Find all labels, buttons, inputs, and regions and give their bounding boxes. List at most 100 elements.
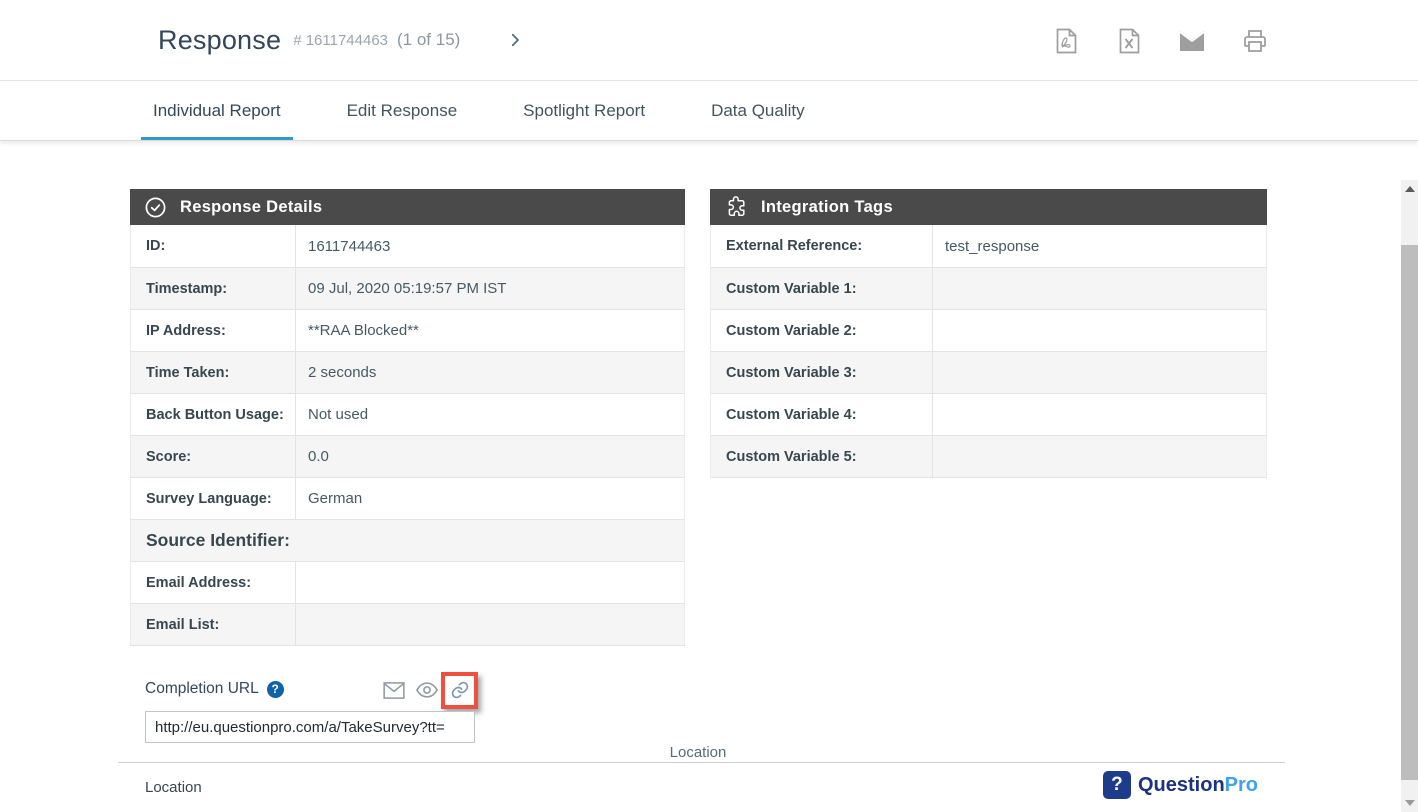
report-tab[interactable]: Edit Response <box>335 81 470 140</box>
row-label: Back Button Usage: <box>131 394 296 435</box>
location-section-title: Location <box>0 744 1396 761</box>
response-id: # 1611744463 <box>293 32 388 49</box>
export-excel-button[interactable] <box>1116 28 1142 54</box>
integration-tags-header: Integration Tags <box>710 189 1267 225</box>
questionpro-mark-icon: ? <box>1103 771 1131 799</box>
response-details-table: ID: 1611744463 Timestamp: 09 Jul, 2020 0… <box>130 225 685 646</box>
table-row: Survey Language: German <box>130 477 685 519</box>
puzzle-icon <box>724 195 748 219</box>
link-highlight-annotation <box>441 672 478 709</box>
table-row: Custom Variable 2: <box>710 309 1267 351</box>
table-row: Custom Variable 1: <box>710 267 1267 309</box>
table-row: Back Button Usage: Not used <box>130 393 685 435</box>
email-response-button[interactable] <box>1179 28 1205 54</box>
row-value: 09 Jul, 2020 05:19:57 PM IST <box>296 268 684 309</box>
row-label: Time Taken: <box>131 352 296 393</box>
response-details-header: Response Details <box>130 189 685 225</box>
excel-file-icon <box>1118 28 1141 54</box>
questionpro-logo[interactable]: ? QuestionPro <box>1103 771 1258 799</box>
row-value: **RAA Blocked** <box>296 310 684 351</box>
page-title: Response <box>158 25 281 56</box>
eye-icon <box>416 682 438 698</box>
table-row: External Reference: test_response <box>710 225 1267 267</box>
row-label: Source Identifier: <box>131 520 684 561</box>
row-label: Custom Variable 4: <box>711 394 933 435</box>
completion-url-input[interactable] <box>145 711 475 743</box>
row-label: Email Address: <box>131 562 296 603</box>
row-label: IP Address: <box>131 310 296 351</box>
table-row: Time Taken: 2 seconds <box>130 351 685 393</box>
completion-url-label: Completion URL ? <box>145 680 284 698</box>
next-response-button[interactable] <box>502 27 528 53</box>
envelope-outline-icon <box>383 682 405 699</box>
panel-title: Response Details <box>180 198 322 217</box>
row-value: 1611744463 <box>296 225 684 267</box>
row-value <box>933 268 1266 309</box>
triangle-down-icon <box>1405 800 1415 806</box>
row-label: Timestamp: <box>131 268 296 309</box>
row-value: 0.0 <box>296 436 684 477</box>
response-position: (1 of 15) <box>397 30 460 50</box>
table-row: Custom Variable 4: <box>710 393 1267 435</box>
table-row: Custom Variable 3: <box>710 351 1267 393</box>
table-row: Source Identifier: <box>130 519 685 561</box>
row-label: ID: <box>131 225 296 267</box>
table-row: Score: 0.0 <box>130 435 685 477</box>
vertical-scrollbar <box>1401 180 1418 812</box>
row-label: External Reference: <box>711 225 933 267</box>
row-value <box>296 562 684 603</box>
row-label: Custom Variable 3: <box>711 352 933 393</box>
row-value <box>296 604 684 645</box>
report-tab[interactable]: Data Quality <box>699 81 817 140</box>
row-label: Custom Variable 1: <box>711 268 933 309</box>
row-label: Custom Variable 2: <box>711 310 933 351</box>
row-value <box>933 394 1266 435</box>
chevron-right-icon <box>506 31 524 49</box>
row-value <box>933 436 1266 477</box>
export-pdf-button[interactable] <box>1053 28 1079 54</box>
row-value: 2 seconds <box>296 352 684 393</box>
preview-url-button[interactable] <box>415 678 439 702</box>
row-label: Custom Variable 5: <box>711 436 933 477</box>
row-value: test_response <box>933 225 1266 267</box>
table-row: Email Address: <box>130 561 685 603</box>
pdf-file-icon <box>1055 28 1078 54</box>
report-tab[interactable]: Spotlight Report <box>511 81 657 140</box>
brand-question: Question <box>1138 774 1225 796</box>
row-label: Score: <box>131 436 296 477</box>
envelope-icon <box>1179 31 1205 51</box>
row-label: Survey Language: <box>131 478 296 519</box>
footer-divider <box>118 762 1285 763</box>
triangle-up-icon <box>1405 186 1415 192</box>
brand-pro: Pro <box>1225 774 1258 796</box>
row-value: German <box>296 478 684 519</box>
header: Response # 1611744463 (1 of 15) <box>0 0 1418 81</box>
row-value <box>933 352 1266 393</box>
table-row: Timestamp: 09 Jul, 2020 05:19:57 PM IST <box>130 267 685 309</box>
location-label: Location <box>145 779 202 796</box>
row-value <box>933 310 1266 351</box>
report-tabs: Individual Report Edit Response Spotlight … <box>0 81 1418 141</box>
check-circle-icon <box>144 196 167 219</box>
integration-tags-table: External Reference: test_response Custom… <box>710 225 1267 478</box>
print-button[interactable] <box>1242 28 1268 54</box>
panel-title: Integration Tags <box>761 198 893 217</box>
table-row: ID: 1611744463 <box>130 225 685 267</box>
report-tab[interactable]: Individual Report <box>141 81 293 140</box>
send-url-email-button[interactable] <box>382 678 406 702</box>
help-icon[interactable]: ? <box>267 681 284 698</box>
brand-text: QuestionPro <box>1138 774 1258 797</box>
export-toolbar <box>1053 0 1268 81</box>
response-viewer-page: Response # 1611744463 (1 of 15) <box>0 0 1418 812</box>
table-row: Custom Variable 5: <box>710 435 1267 477</box>
row-label: Email List: <box>131 604 296 645</box>
row-value: Not used <box>296 394 684 435</box>
response-details-panel: Response Details ID: 1611744463 Timestam… <box>130 189 685 646</box>
scroll-down-button[interactable] <box>1401 794 1418 812</box>
scroll-up-button[interactable] <box>1401 180 1418 198</box>
integration-tags-panel: Integration Tags External Reference: tes… <box>710 189 1267 478</box>
table-row: IP Address: **RAA Blocked** <box>130 309 685 351</box>
scrollbar-thumb[interactable] <box>1401 245 1418 780</box>
printer-icon <box>1243 29 1267 53</box>
completion-url-text: Completion URL <box>145 680 259 698</box>
